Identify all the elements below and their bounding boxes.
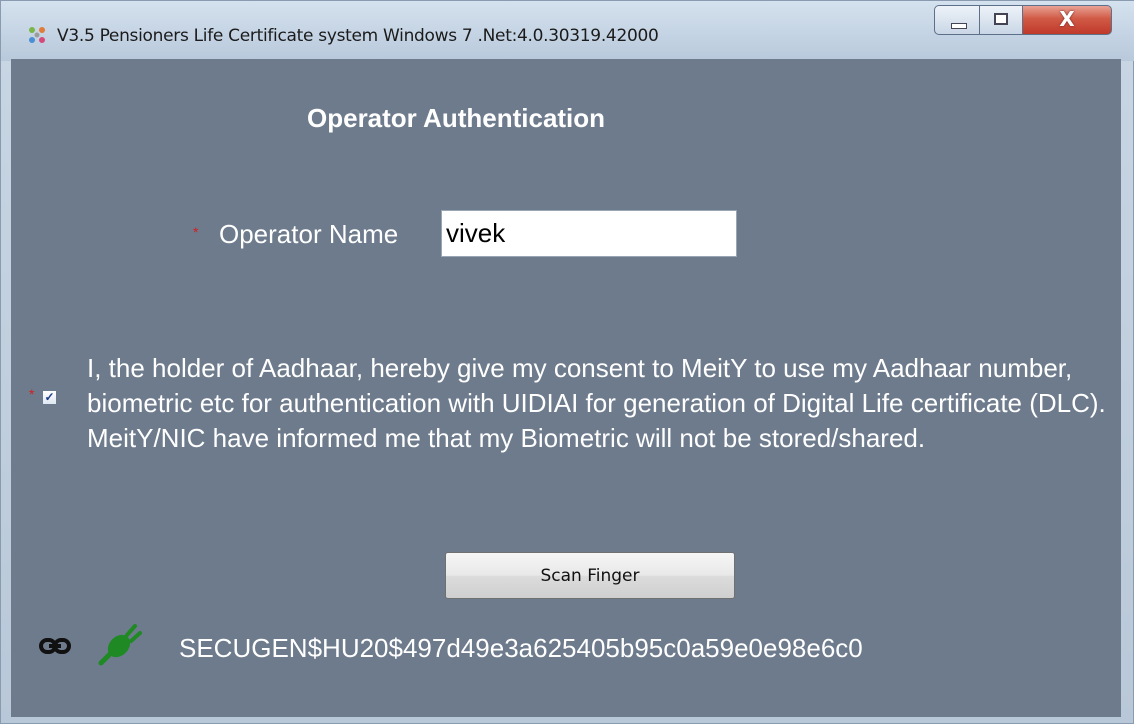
operator-name-input[interactable] bbox=[441, 210, 737, 257]
operator-name-label: Operator Name bbox=[219, 219, 399, 249]
consent-text: I, the holder of Aadhaar, hereby give my… bbox=[87, 353, 1106, 453]
required-marker: * bbox=[29, 386, 35, 402]
title-bar[interactable]: V3.5 Pensioners Life Certificate system … bbox=[1, 1, 1134, 61]
maximize-icon bbox=[994, 13, 1008, 25]
close-icon: X bbox=[1059, 7, 1075, 31]
link-icon bbox=[39, 638, 71, 654]
maximize-button[interactable] bbox=[979, 5, 1023, 35]
minimize-button[interactable] bbox=[934, 5, 980, 35]
close-button[interactable]: X bbox=[1022, 5, 1112, 35]
required-marker: * bbox=[193, 224, 199, 240]
window-title: V3.5 Pensioners Life Certificate system … bbox=[57, 26, 659, 46]
form-panel: Operator Authentication * Operator Name … bbox=[11, 59, 1121, 717]
page-title: Operator Authentication bbox=[307, 103, 606, 133]
app-icon bbox=[29, 27, 45, 43]
app-window: V3.5 Pensioners Life Certificate system … bbox=[0, 0, 1134, 724]
checkmark-icon: ✓ bbox=[44, 390, 55, 404]
device-id-text: SECUGEN$HU20$497d49e3a625405b95c0a59e0e9… bbox=[179, 633, 863, 663]
scan-finger-button[interactable]: Scan Finger bbox=[445, 552, 735, 599]
plug-connected-icon bbox=[98, 624, 142, 666]
minimize-icon bbox=[951, 23, 967, 29]
consent-checkbox[interactable]: ✓ bbox=[42, 390, 57, 405]
